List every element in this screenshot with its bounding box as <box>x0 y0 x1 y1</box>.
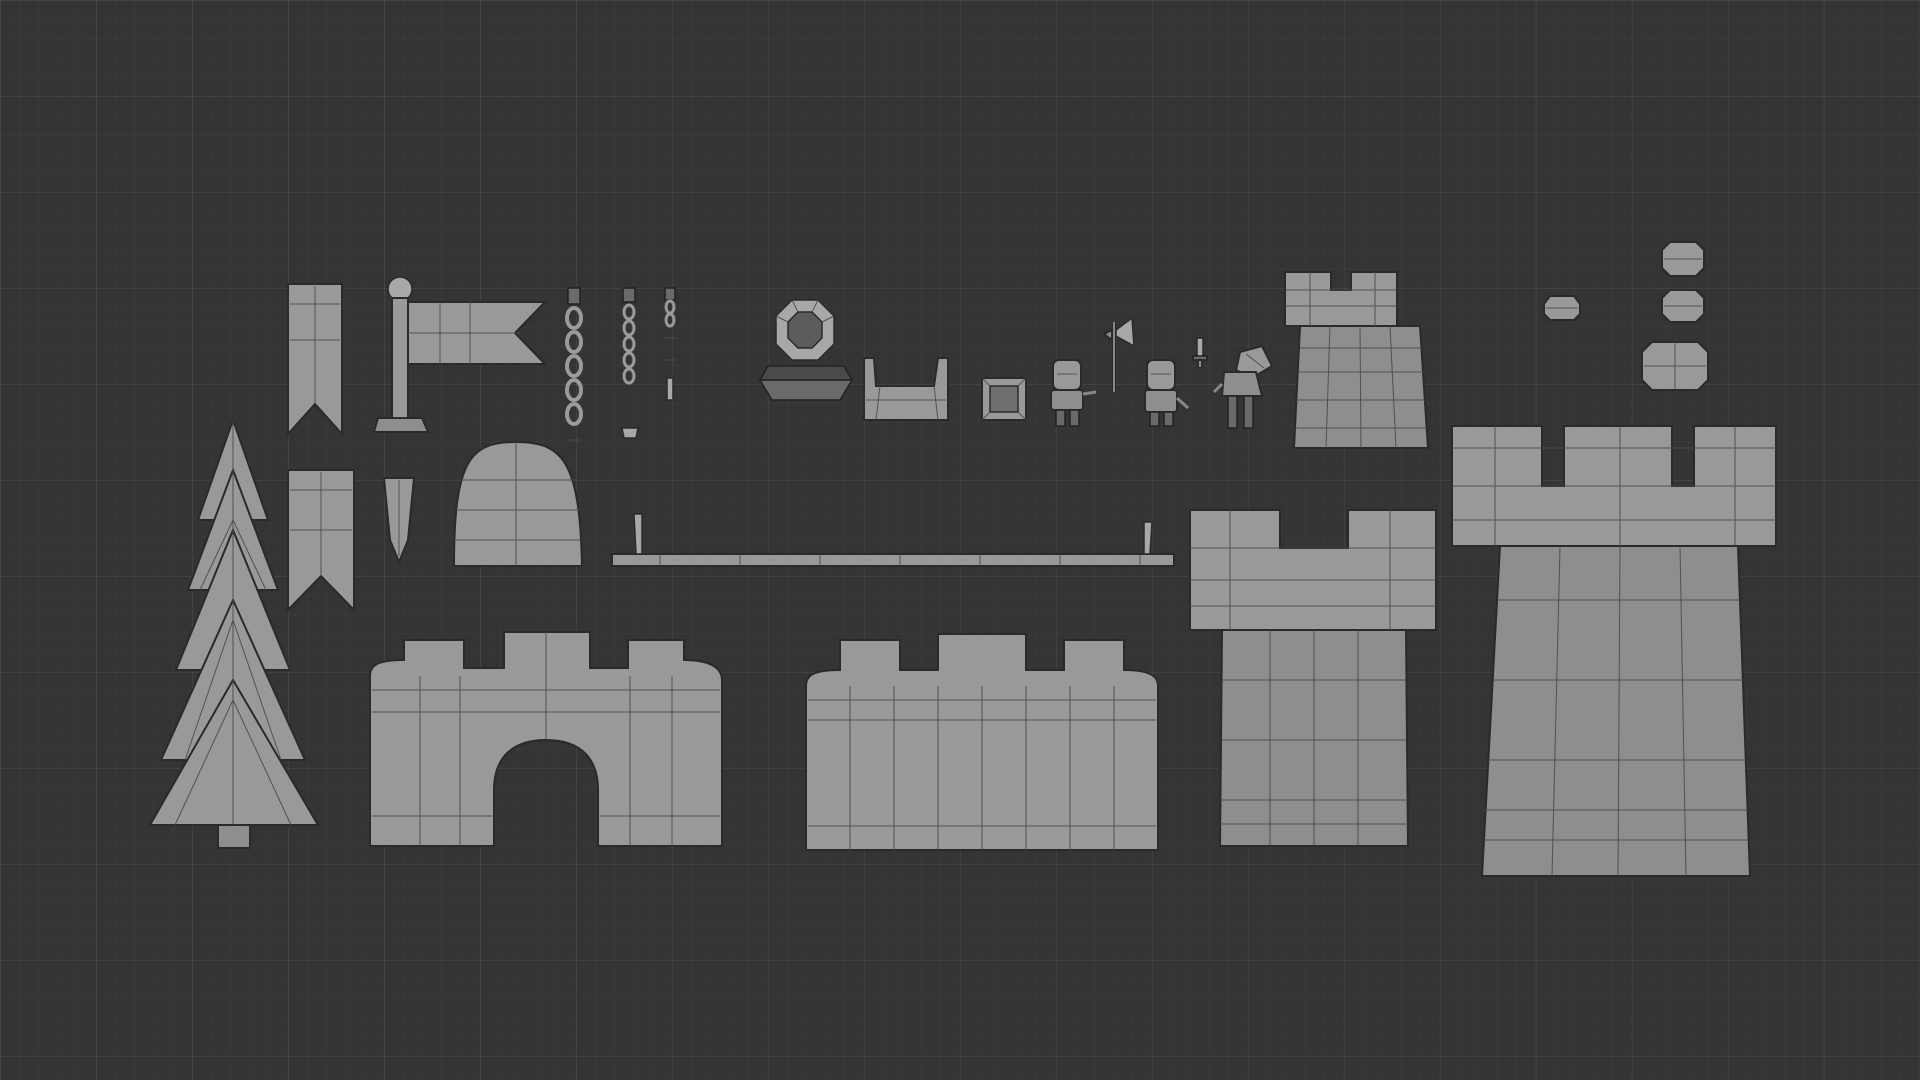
chain-short[interactable] <box>664 287 676 401</box>
knight-2[interactable] <box>1144 359 1190 427</box>
tower-large[interactable] <box>1451 425 1777 877</box>
banner-long[interactable] <box>287 283 343 437</box>
knight-1[interactable] <box>1050 359 1097 427</box>
sword[interactable] <box>1192 337 1208 369</box>
chain-medium[interactable] <box>621 287 639 439</box>
wall-segment[interactable] <box>805 633 1159 851</box>
crate[interactable] <box>981 377 1027 421</box>
wall-rail[interactable] <box>611 513 1175 567</box>
banner-short[interactable] <box>287 469 355 613</box>
chain-long[interactable] <box>565 287 583 441</box>
stones-stack[interactable] <box>1641 241 1709 391</box>
flag-pole[interactable] <box>372 276 548 433</box>
pennant[interactable] <box>382 477 416 565</box>
brazier[interactable] <box>758 299 854 401</box>
stone-small[interactable] <box>1543 295 1581 321</box>
cart-tray[interactable] <box>863 357 949 421</box>
gate-wall[interactable] <box>369 631 723 847</box>
axe[interactable] <box>1102 316 1135 392</box>
rock-dome[interactable] <box>452 440 584 567</box>
knight-3[interactable] <box>1212 344 1274 429</box>
scene <box>148 241 1777 877</box>
tower-small[interactable] <box>1284 271 1430 449</box>
3d-viewport[interactable] <box>0 0 1920 1080</box>
tower-medium[interactable] <box>1189 509 1437 847</box>
